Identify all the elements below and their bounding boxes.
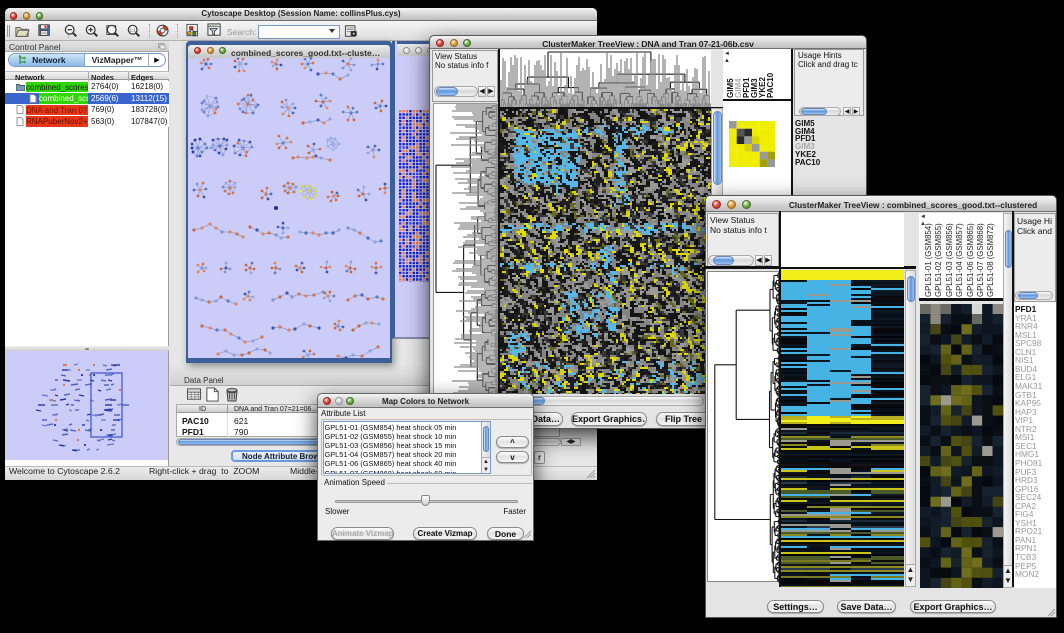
- svg-text:1:1: 1:1: [130, 27, 137, 32]
